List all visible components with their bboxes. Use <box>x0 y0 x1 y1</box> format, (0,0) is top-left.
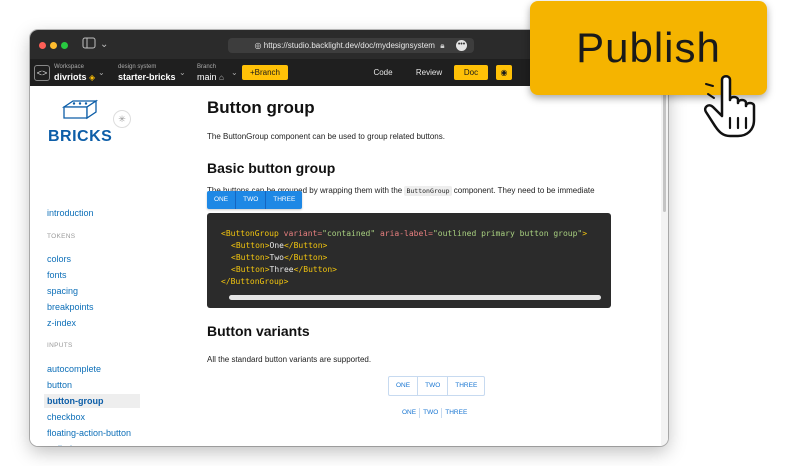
variants-section-text: All the standard button variants are sup… <box>207 355 372 364</box>
inline-code: ButtonGroup <box>404 186 452 196</box>
page-title: Button group <box>207 98 315 117</box>
settings-icon[interactable]: ✳ <box>113 110 131 128</box>
text-button-one[interactable]: ONE <box>399 408 421 418</box>
outlined-button-group: ONE TWO THREE <box>388 376 486 396</box>
close-window-button[interactable] <box>39 42 46 49</box>
maximize-window-button[interactable] <box>61 42 68 49</box>
workspace-name: divriots <box>54 72 87 82</box>
variants-section-heading: Button variants <box>207 323 310 339</box>
sidebar-heading-inputs: INPUTS <box>47 342 73 349</box>
branch-selector[interactable]: Branch main ⌂ <box>197 63 224 84</box>
globe-icon: ◎ <box>254 41 262 50</box>
code-token: <Button> <box>231 241 270 250</box>
workspace-selector[interactable]: Workspace divriots ◈ <box>54 63 95 84</box>
sidebar: BRICKS ✳ introduction TOKENS colors font… <box>30 86 163 446</box>
sidebar-item-spacing[interactable]: spacing <box>47 285 78 297</box>
hand-pointer-icon <box>700 72 766 145</box>
tab-review[interactable]: Review <box>411 65 447 80</box>
code-block: <ButtonGroup variant="contained" aria-la… <box>207 213 611 308</box>
sidebar-item-checkbox[interactable]: checkbox <box>47 411 85 423</box>
text-button-group: ONE TWO THREE <box>399 408 470 418</box>
code-token: "contained" <box>322 229 376 238</box>
sidebar-item-radio-button[interactable]: radio-button <box>47 443 95 446</box>
url-text: https://studio.backlight.dev/doc/mydesig… <box>263 41 435 50</box>
doc-content: Button group The ButtonGroup component c… <box>163 86 661 446</box>
sidebar-item-button[interactable]: button <box>47 379 72 391</box>
url-bar[interactable]: ◎ https://studio.backlight.dev/doc/mydes… <box>228 38 474 53</box>
tab-code[interactable]: Code <box>366 65 400 80</box>
demo-button-two[interactable]: TWO <box>236 191 267 209</box>
tab-doc[interactable]: Doc <box>454 65 488 80</box>
scrollbar-thumb[interactable] <box>663 94 666 212</box>
code-token: </ButtonGroup> <box>221 277 289 286</box>
code-line-5: </ButtonGroup> <box>221 276 288 287</box>
code-line-3: <Button>Two</Button> <box>231 252 327 263</box>
code-line-4: <Button>Three</Button> <box>231 264 337 275</box>
code-token: <Button> <box>231 265 270 274</box>
code-token: aria-label= <box>375 229 433 238</box>
sidebar-item-introduction[interactable]: introduction <box>47 207 94 219</box>
workspace-label: Workspace <box>54 64 84 70</box>
contained-button-group: ONE TWO THREE <box>207 191 303 209</box>
branch-chevron-icon[interactable]: ⌄ <box>231 68 238 77</box>
workspace-badge-icon: ◈ <box>89 73 96 82</box>
sidebar-item-fonts[interactable]: fonts <box>47 269 67 281</box>
chevron-down-icon[interactable]: ⌄ <box>100 39 108 50</box>
pin-icon[interactable]: ◉ <box>496 65 512 80</box>
sidebar-item-button-group[interactable]: button-group <box>44 394 140 408</box>
code-token: Two <box>269 253 284 262</box>
brand-logo-text[interactable]: BRICKS <box>48 128 112 146</box>
code-token: </Button> <box>293 265 337 274</box>
sidebar-item-colors[interactable]: colors <box>47 253 71 265</box>
text-button-three[interactable]: THREE <box>442 408 470 418</box>
new-branch-button[interactable]: +Branch <box>242 65 288 80</box>
code-token: </Button> <box>283 253 328 262</box>
code-token: One <box>269 241 284 250</box>
design-system-selector[interactable]: design system starter-bricks <box>118 63 176 83</box>
sidebar-item-floating-action-button[interactable]: floating-action-button <box>47 427 131 439</box>
sidebar-item-breakpoints[interactable]: breakpoints <box>47 301 94 313</box>
code-token: </Button> <box>283 241 328 250</box>
design-system-name: starter-bricks <box>118 72 176 82</box>
sidebar-toggle-icon[interactable] <box>82 37 96 52</box>
lock-icon: ⌂ <box>219 73 224 82</box>
sidebar-heading-tokens: TOKENS <box>47 233 76 240</box>
sidebar-item-z-index[interactable]: z-index <box>47 317 76 329</box>
more-options-icon[interactable]: ••• <box>456 40 467 51</box>
code-token: <ButtonGroup <box>221 229 284 238</box>
demo-button-three[interactable]: THREE <box>266 191 302 209</box>
lock-icon: 🔒︎ <box>440 41 445 50</box>
basic-section-heading: Basic button group <box>207 160 336 176</box>
code-token: "outlined primary button group" <box>432 229 583 238</box>
code-token: Three <box>269 265 294 274</box>
bricks-logo-icon <box>61 99 99 126</box>
code-line-1: <ButtonGroup variant="contained" aria-la… <box>221 228 587 239</box>
design-system-label: design system <box>118 64 157 70</box>
code-token: > <box>582 229 588 238</box>
code-horizontal-scrollbar[interactable] <box>229 295 601 300</box>
text-button-two[interactable]: TWO <box>420 408 443 418</box>
demo-button-one[interactable]: ONE <box>207 191 237 209</box>
code-line-2: <Button>One</Button> <box>231 240 327 251</box>
outlined-button-one[interactable]: ONE <box>389 377 419 395</box>
code-token: variant= <box>283 229 323 238</box>
branch-label: Branch <box>197 64 217 70</box>
code-logo-icon[interactable]: <> <box>34 65 50 81</box>
page-scrollbar[interactable] <box>661 86 668 446</box>
sidebar-item-autocomplete[interactable]: autocomplete <box>47 363 101 375</box>
outlined-button-three[interactable]: THREE <box>448 377 484 395</box>
code-token: <Button> <box>231 253 270 262</box>
intro-text: The ButtonGroup component can be used to… <box>207 132 445 141</box>
branch-name: main <box>197 72 217 82</box>
minimize-window-button[interactable] <box>50 42 57 49</box>
workspace-chevron-icon[interactable]: ⌄ <box>98 68 105 77</box>
design-system-chevron-icon[interactable]: ⌄ <box>179 68 186 77</box>
outlined-button-two[interactable]: TWO <box>418 377 449 395</box>
